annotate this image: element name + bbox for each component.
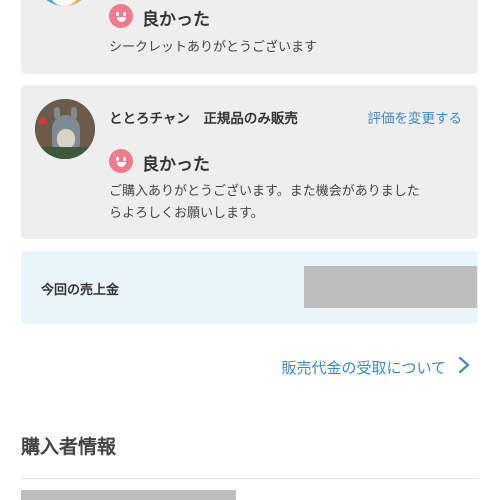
buyer-info-redacted [21, 490, 236, 500]
sales-amount-redacted [304, 266, 477, 308]
payout-info-link[interactable]: 販売代金の受取について [281, 357, 446, 378]
rating-label: 良かった [142, 155, 210, 175]
review-comment: ご購入ありがとうございます。また機会がありました らよろしくお願いします。 [109, 181, 420, 225]
review-card: 良かった シークレットありがとうございます [21, 0, 478, 74]
review-comment: シークレットありがとうございます [109, 40, 318, 55]
review-comment-line: ご購入ありがとうございます。また機会がありました [109, 184, 420, 199]
smiley-good-icon [109, 4, 133, 28]
section-title-buyer-info: 購入者情報 [21, 436, 117, 458]
review-card: ととろチャン 正規品のみ販売 評価を変更する 良かった ご購入ありがとうございま… [21, 85, 478, 239]
reviewer-avatar[interactable] [35, 99, 95, 159]
divider [21, 478, 478, 479]
chevron-right-icon[interactable] [454, 355, 474, 375]
reviewer-avatar[interactable] [35, 0, 93, 6]
sales-label: 今回の売上金 [41, 283, 120, 298]
change-rating-link[interactable]: 評価を変更する [368, 107, 463, 127]
sales-amount-box: 今回の売上金 [21, 251, 478, 324]
reviewer-username[interactable]: ととろチャン 正規品のみ販売 [109, 107, 298, 127]
rating-label: 良かった [142, 10, 210, 30]
smiley-good-icon [109, 149, 133, 173]
review-comment-line: らよろしくお願いします。 [109, 206, 264, 221]
